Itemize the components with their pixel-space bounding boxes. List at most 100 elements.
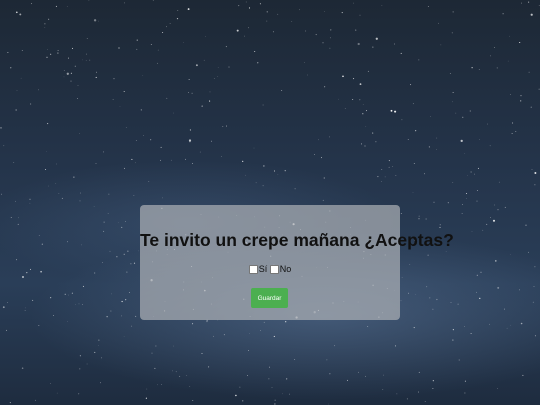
star xyxy=(464,380,466,382)
star xyxy=(372,132,374,134)
star xyxy=(134,162,136,164)
star xyxy=(338,98,339,100)
star xyxy=(511,132,513,134)
star xyxy=(409,264,411,265)
star xyxy=(286,378,288,380)
star xyxy=(159,159,162,161)
star xyxy=(520,322,523,325)
star xyxy=(268,366,270,368)
star xyxy=(401,119,403,121)
star xyxy=(21,50,23,51)
star xyxy=(2,306,5,309)
star xyxy=(410,84,412,86)
star xyxy=(318,139,319,141)
star xyxy=(32,299,34,301)
star xyxy=(142,75,144,77)
star xyxy=(82,304,83,306)
starry-sky-background xyxy=(0,0,540,405)
star xyxy=(329,47,331,49)
star xyxy=(195,64,198,67)
star xyxy=(494,47,495,48)
star xyxy=(21,367,24,369)
star xyxy=(46,56,48,58)
star xyxy=(148,181,150,183)
star xyxy=(415,130,417,132)
star xyxy=(413,163,415,164)
star xyxy=(365,110,368,112)
star xyxy=(109,250,111,252)
star xyxy=(77,85,79,86)
star xyxy=(249,333,250,334)
star xyxy=(44,23,46,25)
star xyxy=(464,392,466,394)
star xyxy=(24,310,26,311)
star xyxy=(16,259,18,261)
star xyxy=(70,80,72,82)
star xyxy=(136,48,138,50)
save-button[interactable]: Guardar xyxy=(251,288,288,308)
star xyxy=(50,53,52,55)
star xyxy=(44,27,46,29)
star xyxy=(531,169,533,170)
star xyxy=(135,140,137,141)
star xyxy=(192,400,194,401)
star xyxy=(492,219,496,222)
star xyxy=(362,113,364,115)
star xyxy=(382,389,384,390)
star xyxy=(47,123,49,125)
star xyxy=(490,217,491,218)
star xyxy=(88,0,90,1)
star xyxy=(192,323,194,325)
star xyxy=(359,14,361,16)
star xyxy=(274,403,276,405)
star xyxy=(116,256,118,258)
star xyxy=(455,112,457,114)
star xyxy=(172,370,173,372)
star xyxy=(248,350,250,352)
star xyxy=(305,30,307,32)
star xyxy=(179,375,181,377)
star xyxy=(152,0,154,1)
star xyxy=(528,71,530,73)
star xyxy=(388,160,390,162)
yes-checkbox[interactable] xyxy=(248,264,258,274)
star xyxy=(64,293,66,295)
star xyxy=(509,35,510,37)
star xyxy=(213,335,214,337)
star xyxy=(274,399,276,401)
star xyxy=(89,59,91,61)
star xyxy=(321,157,322,159)
star xyxy=(245,1,247,3)
star xyxy=(520,95,522,97)
star xyxy=(323,177,325,179)
star xyxy=(29,198,31,200)
star xyxy=(504,206,506,208)
star xyxy=(263,321,265,323)
star xyxy=(406,398,408,400)
star xyxy=(242,400,244,402)
star xyxy=(123,90,125,93)
star xyxy=(235,394,237,397)
star xyxy=(528,251,529,253)
star xyxy=(380,180,382,182)
option-no[interactable]: No xyxy=(269,264,291,274)
star xyxy=(217,66,219,68)
star xyxy=(328,403,329,405)
star xyxy=(466,193,468,194)
star xyxy=(162,197,163,199)
star xyxy=(175,371,177,373)
no-checkbox[interactable] xyxy=(269,264,279,274)
star xyxy=(439,226,441,228)
star xyxy=(93,206,95,207)
option-yes[interactable]: Sí xyxy=(248,264,267,274)
star xyxy=(394,110,397,113)
star xyxy=(225,46,227,48)
star xyxy=(476,200,478,202)
star xyxy=(271,387,273,388)
star xyxy=(498,181,500,183)
star xyxy=(530,106,532,108)
star xyxy=(46,150,47,152)
star xyxy=(63,76,65,78)
star xyxy=(18,217,19,219)
star xyxy=(35,399,36,401)
